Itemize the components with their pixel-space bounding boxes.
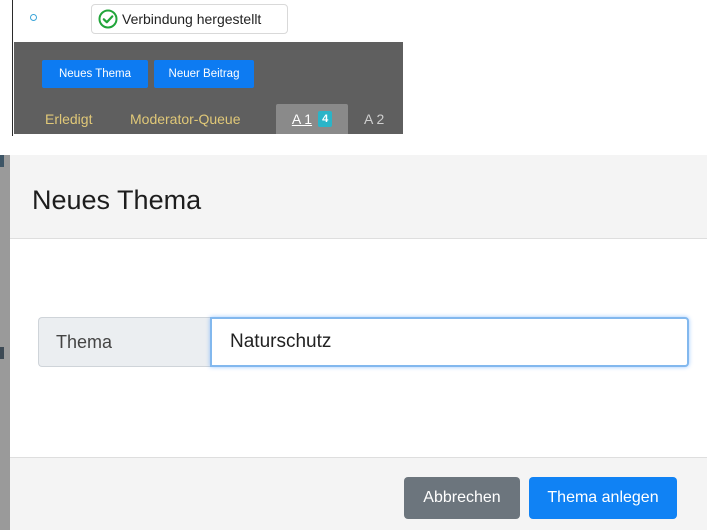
tab-a1[interactable]: A 1 4 xyxy=(276,104,348,134)
backdrop-fragment xyxy=(0,347,4,359)
tab-a2[interactable]: A 2 xyxy=(364,104,384,134)
tab-erledigt[interactable]: Erledigt xyxy=(45,104,92,134)
connection-status-text: Verbindung hergestellt xyxy=(122,11,262,27)
dialog-title: Neues Thema xyxy=(32,185,202,215)
topic-field-label: Thema xyxy=(38,317,210,367)
dialog-header: Neues Thema xyxy=(10,155,707,239)
new-topic-button[interactable]: Neues Thema xyxy=(42,60,148,88)
count-badge: 4 xyxy=(318,111,333,127)
dialog-footer: Abbrechen Thema anlegen xyxy=(10,457,707,530)
connection-status: Verbindung hergestellt xyxy=(91,4,288,34)
tab-a1-label: A 1 xyxy=(291,111,313,127)
topic-input-group: Thema xyxy=(38,317,689,367)
forum-toolbar: Neues Thema Neuer Beitrag Erledigt Moder… xyxy=(14,42,403,134)
divider xyxy=(12,0,13,136)
backdrop-fragment xyxy=(0,155,4,167)
create-topic-button[interactable]: Thema anlegen xyxy=(529,477,677,519)
new-post-button[interactable]: Neuer Beitrag xyxy=(154,60,254,88)
top-panel: Verbindung hergestellt Neues Thema Neuer… xyxy=(0,0,410,140)
radio-indicator[interactable] xyxy=(30,14,37,21)
cancel-button[interactable]: Abbrechen xyxy=(404,477,520,519)
check-circle-icon xyxy=(98,9,118,29)
tab-moderator-queue[interactable]: Moderator-Queue xyxy=(130,104,241,134)
modal-backdrop xyxy=(0,155,10,530)
new-topic-dialog: Neues Thema Thema Abbrechen Thema anlege… xyxy=(10,155,707,530)
topic-input[interactable] xyxy=(210,317,689,367)
